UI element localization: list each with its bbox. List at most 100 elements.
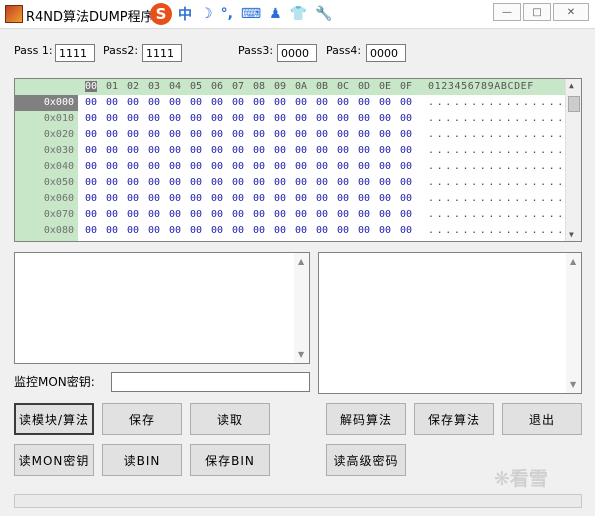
hex-byte-cell[interactable]: 00	[190, 223, 202, 239]
hex-byte-cell[interactable]: 00	[358, 223, 370, 239]
scroll-up-icon[interactable]: ▲	[298, 257, 304, 266]
hex-byte-cell[interactable]: 00	[274, 191, 286, 207]
hex-byte-cell[interactable]: 00	[232, 223, 244, 239]
read-mon-key-button[interactable]: 读MON密钥	[14, 444, 94, 476]
hex-byte-cell[interactable]: 00	[85, 111, 97, 127]
hex-byte-cell[interactable]: 00	[169, 175, 181, 191]
save-bin-button[interactable]: 保存BIN	[190, 444, 270, 476]
hex-byte-cell[interactable]: 00	[400, 127, 412, 143]
hex-byte-cell[interactable]: 00	[295, 207, 307, 223]
hex-byte-cell[interactable]: 00	[190, 159, 202, 175]
hex-byte-cell[interactable]: 00	[295, 143, 307, 159]
scroll-up-icon[interactable]: ▲	[570, 257, 576, 266]
scroll-up-icon[interactable]: ▲	[569, 81, 574, 90]
hex-byte-cell[interactable]: 00	[358, 127, 370, 143]
hex-byte-cell[interactable]: 00	[106, 175, 118, 191]
hex-byte-cell[interactable]: 00	[316, 95, 328, 111]
hex-byte-cell[interactable]: 00	[169, 191, 181, 207]
ime-settings-icon[interactable]: 🔧	[315, 6, 332, 22]
hex-byte-cell[interactable]: 00	[85, 191, 97, 207]
hex-byte-cell[interactable]: 00	[169, 95, 181, 111]
hex-byte-cell[interactable]: 00	[274, 111, 286, 127]
hex-byte-cell[interactable]: 00	[85, 175, 97, 191]
hex-byte-cell[interactable]: 00	[148, 95, 160, 111]
hex-byte-cell[interactable]: 00	[253, 175, 265, 191]
hex-byte-cell[interactable]: 00	[358, 175, 370, 191]
hex-byte-cell[interactable]: 00	[316, 207, 328, 223]
hex-byte-cell[interactable]: 00	[106, 223, 118, 239]
read-module-algo-button[interactable]: 读模块/算法	[14, 403, 94, 435]
hex-byte-cell[interactable]: 00	[295, 159, 307, 175]
read-button[interactable]: 读取	[190, 403, 270, 435]
hex-byte-cell[interactable]: 00	[379, 175, 391, 191]
hex-byte-cell[interactable]: 00	[85, 143, 97, 159]
hex-byte-cell[interactable]: 00	[169, 127, 181, 143]
hex-byte-cell[interactable]: 00	[106, 127, 118, 143]
hex-byte-cell[interactable]: 00	[85, 223, 97, 239]
read-bin-button[interactable]: 读BIN	[102, 444, 182, 476]
mon-key-input[interactable]	[111, 372, 310, 392]
hex-byte-cell[interactable]: 00	[148, 175, 160, 191]
hex-byte-cell[interactable]: 00	[316, 159, 328, 175]
exit-button[interactable]: 退出	[502, 403, 582, 435]
hex-byte-cell[interactable]: 00	[400, 95, 412, 111]
hex-byte-cell[interactable]: 00	[169, 159, 181, 175]
hex-byte-cell[interactable]: 00	[400, 175, 412, 191]
hex-byte-cell[interactable]: 00	[337, 159, 349, 175]
hex-byte-cell[interactable]: 00	[211, 127, 223, 143]
hex-byte-cell[interactable]: 00	[232, 159, 244, 175]
hex-byte-cell[interactable]: 00	[379, 223, 391, 239]
hex-byte-cell[interactable]: 00	[169, 143, 181, 159]
hex-byte-cell[interactable]: 00	[337, 95, 349, 111]
hex-byte-cell[interactable]: 00	[253, 191, 265, 207]
hex-byte-cell[interactable]: 00	[253, 95, 265, 111]
hex-byte-cell[interactable]: 00	[295, 95, 307, 111]
pass4-input[interactable]: 0000	[366, 44, 406, 62]
hex-byte-cell[interactable]: 00	[400, 207, 412, 223]
hex-byte-cell[interactable]: 00	[148, 207, 160, 223]
hex-byte-cell[interactable]: 00	[106, 143, 118, 159]
ime-chinese-mode[interactable]: 中	[178, 4, 192, 24]
hex-byte-cell[interactable]: 00	[316, 175, 328, 191]
hex-byte-cell[interactable]: 00	[358, 191, 370, 207]
hex-byte-cell[interactable]: 00	[127, 207, 139, 223]
hex-byte-cell[interactable]: 00	[358, 159, 370, 175]
hex-byte-cell[interactable]: 00	[211, 223, 223, 239]
hex-byte-cell[interactable]: 00	[211, 175, 223, 191]
hex-byte-cell[interactable]: 00	[274, 207, 286, 223]
hex-byte-cell[interactable]: 00	[127, 95, 139, 111]
sogou-logo-icon[interactable]: S	[150, 3, 172, 25]
hex-byte-cell[interactable]: 00	[337, 111, 349, 127]
hex-byte-cell[interactable]: 00	[358, 111, 370, 127]
hex-byte-cell[interactable]: 00	[379, 191, 391, 207]
hex-byte-cell[interactable]: 00	[232, 111, 244, 127]
hex-byte-cell[interactable]: 00	[358, 143, 370, 159]
hex-byte-cell[interactable]: 00	[232, 127, 244, 143]
hex-byte-cell[interactable]: 00	[232, 175, 244, 191]
hex-byte-cell[interactable]: 00	[106, 111, 118, 127]
hex-byte-cell[interactable]: 00	[169, 223, 181, 239]
hex-byte-cell[interactable]: 00	[106, 207, 118, 223]
hex-byte-cell[interactable]: 00	[253, 143, 265, 159]
ime-skin-icon[interactable]: 👕	[290, 6, 307, 22]
hex-byte-cell[interactable]: 00	[190, 111, 202, 127]
hex-grid[interactable]: 0123456789ABCDEF 00 01 02 03 04 05 06 07 08 09 0A 0…	[14, 78, 582, 242]
hex-byte-cell[interactable]: 00	[190, 175, 202, 191]
right-memo-scrollbar[interactable]: ▲ ▼	[566, 253, 581, 393]
hex-byte-cell[interactable]: 00	[190, 95, 202, 111]
ime-keyboard-icon[interactable]: ⌨	[241, 6, 261, 22]
hex-byte-cell[interactable]: 00	[337, 191, 349, 207]
pass3-input[interactable]: 0000	[277, 44, 317, 62]
hex-byte-cell[interactable]: 00	[316, 127, 328, 143]
hex-byte-cell[interactable]: 00	[253, 127, 265, 143]
hex-byte-cell[interactable]: 00	[211, 159, 223, 175]
left-memo-scrollbar[interactable]: ▲ ▼	[294, 253, 309, 363]
hex-byte-cell[interactable]: 00	[127, 175, 139, 191]
hex-byte-cell[interactable]: 00	[127, 143, 139, 159]
read-advanced-password-button[interactable]: 读高级密码	[326, 444, 406, 476]
hex-byte-cell[interactable]: 00	[400, 143, 412, 159]
log-textarea-right[interactable]: ▲ ▼	[318, 252, 582, 394]
hex-byte-cell[interactable]: 00	[379, 111, 391, 127]
hex-byte-cell[interactable]: 00	[211, 143, 223, 159]
hex-byte-cell[interactable]: 00	[358, 95, 370, 111]
